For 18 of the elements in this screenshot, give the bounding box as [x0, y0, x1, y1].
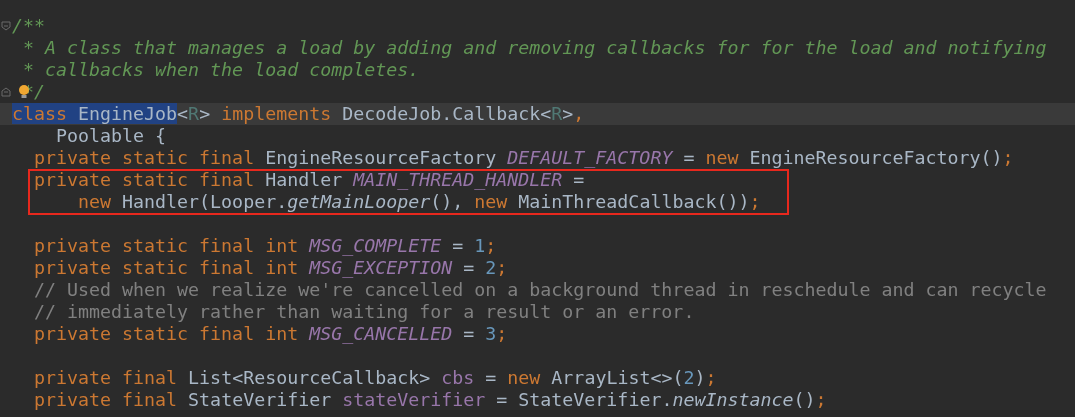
code-line: /**	[12, 15, 46, 37]
code-line: // immediately rather than waiting for a result or an error.	[33, 301, 695, 323]
code-line: Poolable {	[55, 125, 167, 147]
code-line: private static final int MSG_CANCELLED = 3;	[33, 323, 508, 345]
code-line: class EngineJob<R> implements DecodeJob.Callback<R>,	[12, 103, 585, 125]
code-line: // Used when we realize we're cancelled on a background thread in reschedule and can recycle	[33, 279, 1047, 301]
code-line: private static final int MSG_EXCEPTION = 2;	[33, 257, 508, 279]
code-line: * A class that manages a load by adding and removing callbacks for for the load and notifying	[22, 37, 1047, 59]
code-line: private static final Handler MAIN_THREAD_HANDLER =	[33, 169, 585, 191]
code-line: private static final int MSG_COMPLETE = 1;	[33, 235, 497, 257]
code-line: * callbacks when the load completes.	[22, 59, 420, 81]
code-line: private static final EngineResourceFactory DEFAULT_FACTORY = new EngineResourceFactory();	[33, 147, 1014, 169]
fold-icon[interactable]	[1, 21, 11, 31]
code-line: new Handler(Looper.getMainLooper(), new MainThreadCallback());	[77, 191, 761, 213]
lightbulb-icon[interactable]	[18, 84, 30, 100]
code-line: private final StateVerifier stateVerifier = StateVerifier.newInstance();	[33, 389, 827, 411]
code-line: private final List<ResourceCallback> cbs = new ArrayList<>(2);	[33, 367, 717, 389]
fold-end-icon[interactable]	[1, 87, 11, 97]
